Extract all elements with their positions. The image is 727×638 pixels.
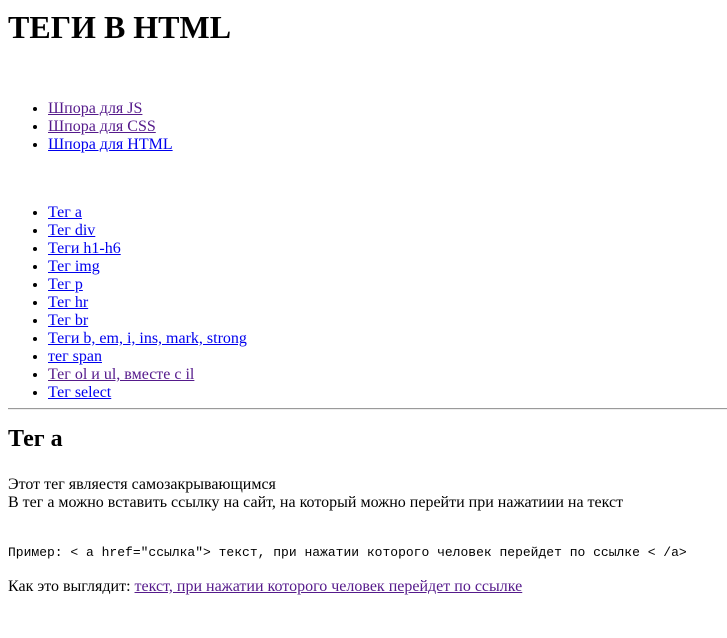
cheatsheet-list: Шпора для JS Шпора для CSS Шпора для HTM… [8, 100, 719, 154]
cheatsheet-link-js[interactable]: Шпора для JS [48, 100, 142, 117]
result-line: Как это выглядит: текст, при нажатии кот… [8, 578, 719, 596]
list-item: Шпора для JS [48, 100, 719, 118]
page: ТЕГИ В HTML Шпора для JS Шпора для CSS Ш… [0, 0, 727, 596]
cheatsheet-link-html[interactable]: Шпора для HTML [48, 136, 173, 153]
section-title: Тег a [8, 426, 63, 452]
tag-link-p[interactable]: Тег p [48, 276, 83, 293]
list-item: Тег img [48, 258, 719, 276]
tag-link-lists[interactable]: Тег ol и ul, вместе с il [48, 366, 194, 383]
tag-link-a[interactable]: Тег a [48, 204, 82, 221]
list-item: Теги b, em, i, ins, mark, strong [48, 330, 719, 348]
tag-link-img[interactable]: Тег img [48, 258, 100, 275]
list-item: Тег select [48, 384, 719, 402]
list-item: тег span [48, 348, 719, 366]
page-title: ТЕГИ В HTML [8, 9, 232, 45]
list-item: Тег hr [48, 294, 719, 312]
list-item: Шпора для HTML [48, 136, 719, 154]
list-item: Тег ol и ul, вместе с il [48, 366, 719, 384]
section-description: Этот тег являестя самозакрывающимся В те… [8, 476, 719, 512]
tag-link-text-formatting[interactable]: Теги b, em, i, ins, mark, strong [48, 330, 247, 347]
list-item: Шпора для CSS [48, 118, 719, 136]
code-example: Пример: < a href="ссылка"> текст, при на… [8, 545, 687, 560]
list-item: Тег p [48, 276, 719, 294]
tag-link-br[interactable]: Тег br [48, 312, 88, 329]
tag-link-div[interactable]: Тег div [48, 222, 95, 239]
list-item: Тег br [48, 312, 719, 330]
list-item: Тег a [48, 204, 719, 222]
description-line: Этот тег являестя самозакрывающимся [8, 476, 276, 493]
tag-link-headings[interactable]: Теги h1-h6 [48, 240, 121, 257]
result-prefix: Как это выглядит: [8, 578, 135, 595]
cheatsheet-link-css[interactable]: Шпора для CSS [48, 118, 156, 135]
list-item: Тег div [48, 222, 719, 240]
tag-list: Тег a Тег div Теги h1-h6 Тег img Тег p Т… [8, 204, 719, 402]
tag-link-select[interactable]: Тег select [48, 384, 111, 401]
description-line: В тег а можно вставить ссылку на сайт, н… [8, 494, 624, 511]
list-item: Теги h1-h6 [48, 240, 719, 258]
example-link[interactable]: текст, при нажатии которого человек пере… [135, 578, 523, 595]
tag-link-span[interactable]: тег span [48, 348, 102, 365]
divider [8, 408, 727, 410]
tag-link-hr[interactable]: Тег hr [48, 294, 88, 311]
